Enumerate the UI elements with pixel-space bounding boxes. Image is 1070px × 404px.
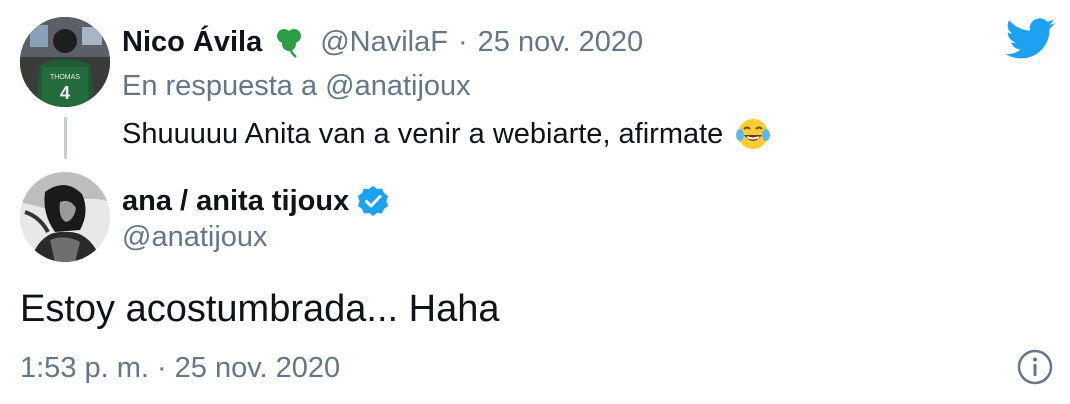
reply-date[interactable]: 25 nov. 2020 [478, 26, 644, 59]
avatar-photo: THOMAS 4 [20, 17, 110, 107]
reply-author-avatar[interactable]: THOMAS 4 [20, 17, 110, 107]
face-with-tears-of-joy-icon [735, 116, 771, 152]
reply-text-row: Shuuuuu Anita van a venir a webiarte, af… [122, 114, 771, 154]
tweet-embed: THOMAS 4 Nico Ávila @NavilaF · 25 nov. 2… [0, 0, 1070, 404]
avatar-jersey-number: 4 [60, 83, 70, 103]
tweet-time[interactable]: 1:53 p. m. [20, 352, 149, 384]
author-handle[interactable]: @anatijoux [122, 217, 268, 257]
info-icon[interactable] [1016, 348, 1054, 386]
author-name-row: ana / anita tijoux [122, 181, 389, 221]
tweet-date[interactable]: 25 nov. 2020 [175, 352, 341, 384]
tweet-text: Estoy acostumbrada... Haha [20, 288, 500, 330]
separator: · [156, 352, 167, 384]
tweet-timestamp[interactable]: 1:53 p. m. · 25 nov. 2020 [20, 348, 340, 388]
author-avatar[interactable] [20, 172, 110, 262]
twitter-bird-icon[interactable] [1005, 18, 1056, 60]
separator: · [457, 25, 468, 58]
reply-author-handle[interactable]: @NavilaF [320, 26, 448, 59]
reply-text: Shuuuuu Anita van a venir a webiarte, af… [122, 118, 724, 150]
author-name[interactable]: ana / anita tijoux [122, 185, 349, 218]
avatar-photo [20, 172, 110, 262]
reply-context[interactable]: En respuesta a @anatijoux [122, 67, 471, 105]
avatar-jersey-text: THOMAS [50, 74, 80, 81]
shamrock-icon [272, 25, 306, 59]
verified-badge-icon [357, 185, 389, 217]
reply-author-name[interactable]: Nico Ávila [122, 26, 262, 59]
reply-header: Nico Ávila @NavilaF · 25 nov. 2020 [122, 22, 643, 62]
thread-connector-line [64, 117, 67, 159]
